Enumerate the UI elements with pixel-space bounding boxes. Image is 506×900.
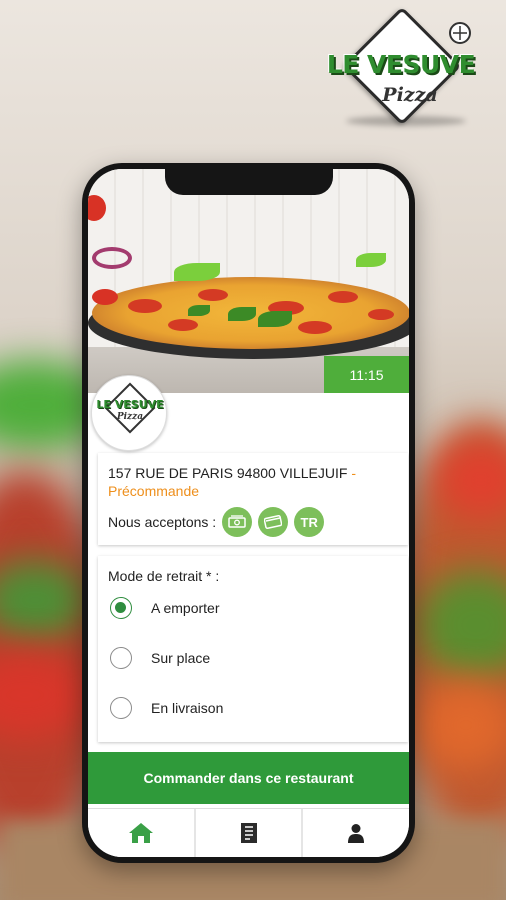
store-logo-word: LE VESUVE: [96, 398, 164, 411]
order-button[interactable]: Commander dans ce restaurant: [88, 752, 409, 804]
store-logo-sub: Pizza: [116, 412, 144, 422]
store-address: 157 RUE DE PARIS 94800 VILLEJUIF: [108, 465, 348, 481]
brand-logo-sub: Pizza: [382, 84, 438, 106]
nav-menu[interactable]: [196, 809, 304, 857]
ticket-restaurant-icon: TR: [294, 507, 325, 537]
brand-logo: LE VESUVE Pizza: [316, 6, 496, 140]
phone-notch: [165, 169, 333, 195]
pickup-time-badge: 11:15: [324, 356, 409, 393]
accept-label: Nous acceptons :: [108, 514, 217, 530]
option-en-livraison[interactable]: En livraison: [110, 697, 223, 719]
store-info-card: 157 RUE DE PARIS 94800 VILLEJUIF - Préco…: [98, 453, 408, 545]
accepted-payments: Nous acceptons : TR: [108, 507, 398, 537]
radio-en-livraison[interactable]: [110, 697, 132, 719]
option-label: Sur place: [151, 650, 211, 666]
phone-frame: 11:15 LE VESUVE Pizza 157 RUE DE PARIS 9…: [82, 163, 415, 863]
order-status: Précommande: [108, 483, 200, 499]
menu-book-icon: [240, 823, 257, 843]
pizza-mark-icon: [449, 22, 471, 44]
user-icon: [348, 824, 365, 843]
nav-home[interactable]: [88, 809, 196, 857]
radio-a-emporter[interactable]: [110, 597, 132, 619]
nav-account[interactable]: [303, 809, 409, 857]
option-label: A emporter: [151, 600, 220, 616]
option-label: En livraison: [151, 700, 224, 716]
bottom-nav: [88, 808, 409, 857]
cash-icon: [222, 507, 253, 537]
radio-sur-place[interactable]: [110, 647, 132, 669]
address-separator: -: [351, 465, 356, 481]
store-logo: LE VESUVE Pizza: [91, 375, 167, 451]
store-address-line: 157 RUE DE PARIS 94800 VILLEJUIF -: [108, 464, 398, 482]
pickup-mode-title: Mode de retrait * :: [108, 568, 220, 584]
app-screen: 11:15 LE VESUVE Pizza 157 RUE DE PARIS 9…: [88, 169, 409, 857]
brand-logo-word: LE VESUVE: [326, 50, 476, 79]
card-icon: [258, 507, 289, 537]
option-sur-place[interactable]: Sur place: [110, 647, 210, 669]
option-a-emporter[interactable]: A emporter: [110, 597, 219, 619]
pickup-mode-card: Mode de retrait * : A emporter Sur place…: [98, 556, 408, 742]
home-icon: [128, 823, 153, 843]
